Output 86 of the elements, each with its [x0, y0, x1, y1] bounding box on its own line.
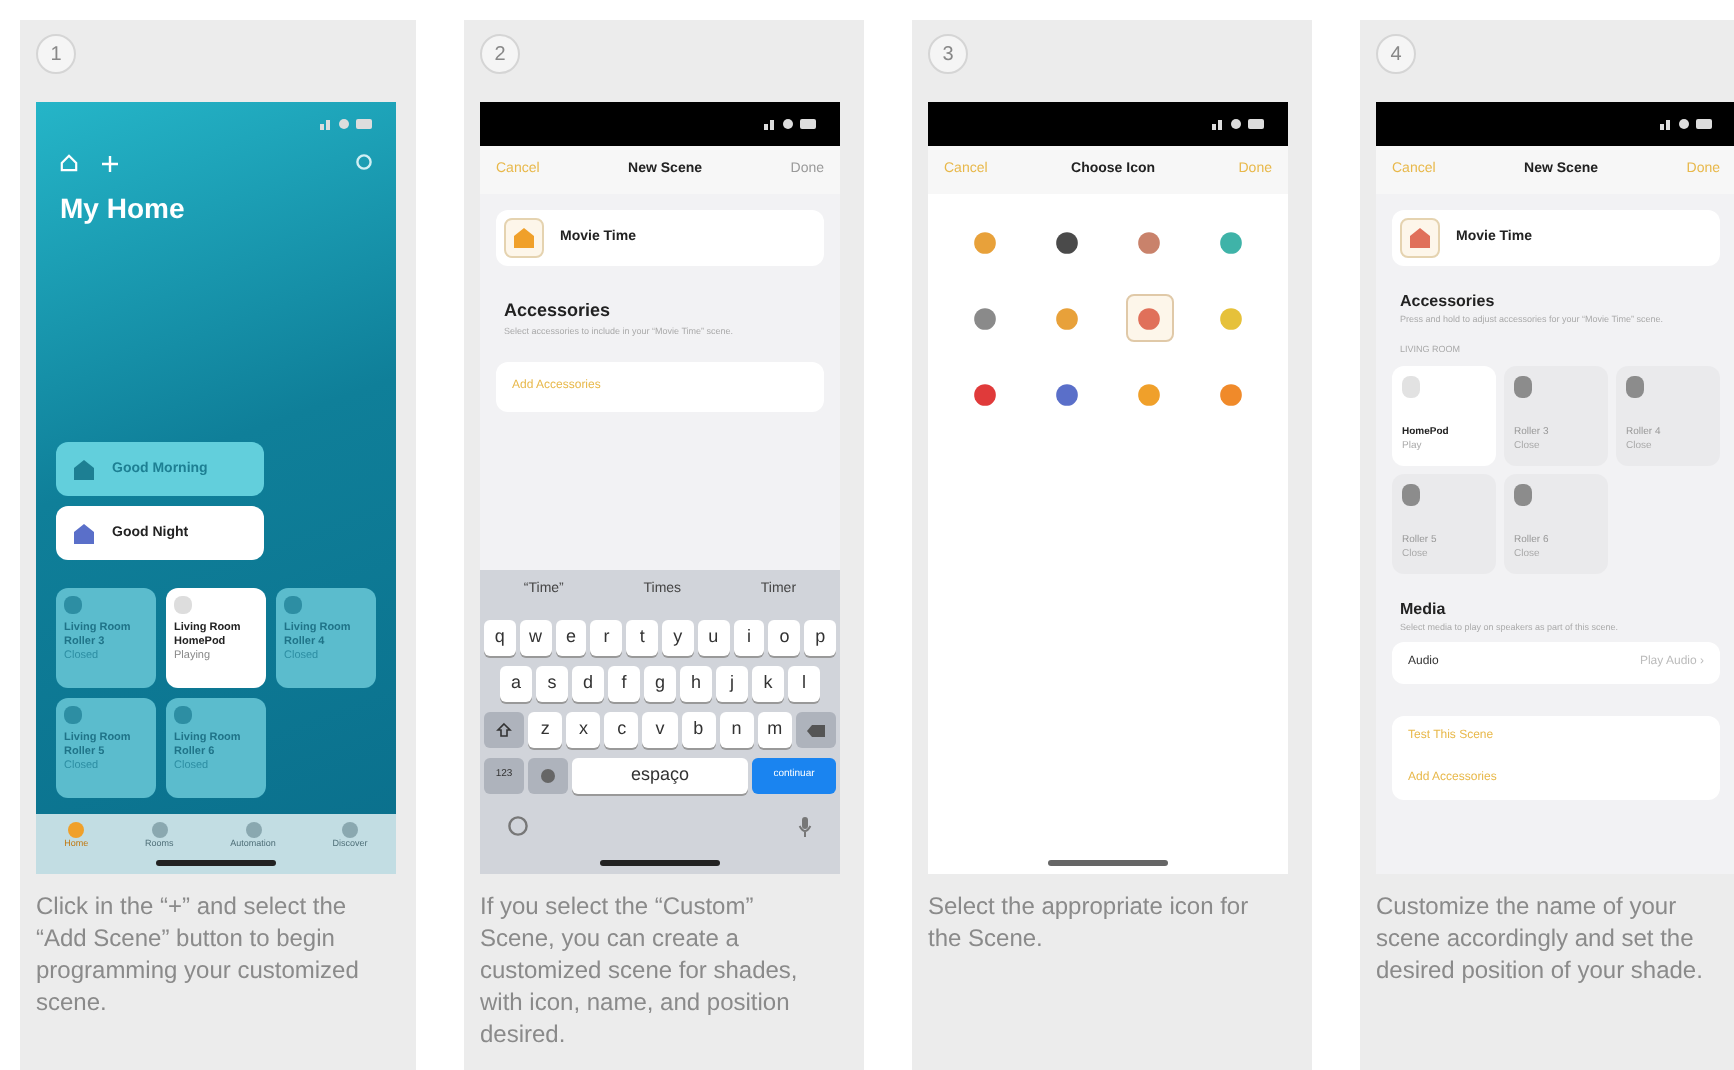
status-icons [1660, 118, 1712, 130]
accessory-icon [1402, 375, 1420, 397]
scene-symbol-icon [1136, 229, 1162, 255]
key[interactable]: q [484, 620, 516, 656]
home-indicator [1048, 860, 1168, 866]
key[interactable]: a [500, 666, 532, 702]
step-caption: If you select the “Custom” Scene, you can create a customized scene for shades, with icon, name, and position desired. [480, 890, 800, 1050]
shift-key[interactable] [484, 712, 524, 748]
accessory-icon [1626, 375, 1644, 397]
home-indicator [156, 860, 276, 866]
accessory-icon [1514, 483, 1532, 505]
scene-symbol-icon [972, 229, 998, 255]
tab-icon [245, 822, 262, 839]
accessory-icon [1402, 483, 1420, 505]
key[interactable]: l [788, 666, 820, 702]
key[interactable]: g [644, 666, 676, 702]
delete-icon [805, 723, 826, 737]
key[interactable]: w [519, 620, 552, 656]
step-number: 4 [1376, 34, 1416, 74]
microphone-icon[interactable] [798, 816, 812, 838]
scene-symbol-icon [1218, 229, 1244, 255]
key[interactable]: c [604, 712, 639, 748]
step-number: 2 [480, 34, 520, 74]
house-icon [1408, 226, 1432, 250]
key[interactable]: h [680, 666, 712, 702]
tab-icon [151, 822, 168, 839]
shift-icon [496, 722, 512, 738]
key[interactable]: u [697, 620, 730, 656]
scene-symbol-icon [1054, 229, 1080, 255]
accessory-icon [64, 706, 82, 725]
tab-icon [68, 822, 85, 839]
key[interactable]: t [626, 620, 658, 656]
key[interactable]: o [768, 620, 801, 656]
delete-key[interactable] [795, 712, 836, 748]
home-indicator [600, 860, 720, 866]
key[interactable]: k [752, 666, 784, 702]
key[interactable]: y [661, 620, 694, 656]
key[interactable]: j [716, 666, 748, 702]
accessory-icon [1514, 375, 1532, 397]
home-title: My Home [58, 190, 187, 228]
section-title: Media [1398, 597, 1448, 621]
status-icons [764, 118, 816, 130]
key[interactable]: p [804, 620, 836, 656]
accessory-icon [284, 596, 302, 615]
plus-icon[interactable] [102, 155, 118, 171]
scene-icon-button[interactable] [1400, 218, 1440, 258]
scene-symbol-icon [1218, 305, 1244, 331]
key[interactable]: m [757, 712, 792, 748]
key[interactable]: b [681, 712, 716, 748]
accessory-icon [174, 596, 192, 615]
scene-symbol-icon [972, 305, 998, 331]
scene-symbol-icon [1054, 381, 1080, 407]
scene-symbol-icon [1054, 305, 1080, 331]
house-icon [72, 521, 96, 546]
section-title: Accessories [502, 298, 613, 324]
status-icons [1212, 118, 1264, 130]
space-key[interactable]: espaço [572, 758, 748, 794]
key[interactable]: i [733, 620, 765, 656]
key[interactable]: s [536, 666, 568, 702]
step-number: 3 [928, 34, 968, 74]
step-caption: Select the appropriate icon for the Scene. [928, 890, 1251, 954]
key[interactable]: f [608, 666, 640, 702]
key[interactable]: d [572, 666, 604, 702]
scene-symbol-icon [1218, 381, 1244, 407]
status-icons [320, 118, 372, 130]
scene-symbol-icon [1136, 305, 1162, 331]
tab-icon [342, 822, 359, 839]
step-number: 1 [36, 34, 76, 74]
accessory-icon [174, 706, 192, 725]
house-icon [72, 457, 96, 482]
key[interactable]: n [719, 712, 754, 748]
step-caption: Click in the “+” and select the “Add Scene” button to begin programming your customized scene. [36, 890, 361, 1018]
key[interactable]: e [555, 620, 587, 656]
step-caption: Customize the name of your scene accordingly and set the desired position of your shade. [1376, 890, 1705, 986]
key[interactable]: z [528, 712, 563, 748]
key[interactable]: v [642, 712, 678, 748]
accessory-icon [64, 596, 82, 615]
key[interactable]: r [590, 620, 623, 656]
section-title: Accessories [1398, 290, 1497, 314]
scene-symbol-icon [972, 381, 998, 407]
scene-symbol-icon [1136, 381, 1162, 407]
house-icon [512, 226, 536, 250]
key[interactable]: x [566, 712, 601, 748]
home-icon[interactable] [60, 154, 78, 172]
scene-icon-button[interactable] [504, 218, 544, 258]
emoji-key[interactable] [528, 758, 568, 794]
